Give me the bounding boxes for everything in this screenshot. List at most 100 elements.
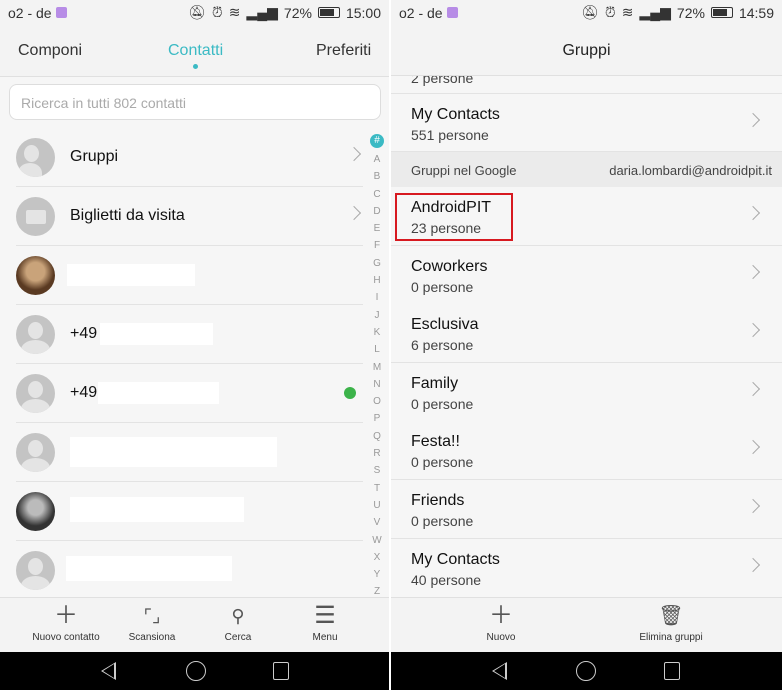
- trash-icon: 🗑︎: [658, 605, 684, 627]
- group-row[interactable]: My Contacts 551 persone: [391, 94, 782, 152]
- wifi-icon: ≋: [621, 4, 634, 20]
- alphabet-index[interactable]: # A B C D E F G H I J K L M N O P Q R S T U V W X Y Z: [368, 134, 386, 601]
- redacted-name: [66, 556, 232, 581]
- index-letter[interactable]: A: [368, 151, 386, 168]
- carrier: o2 - de: [399, 4, 443, 21]
- groups-row[interactable]: Gruppi: [16, 128, 363, 187]
- group-count: 6 persone: [411, 337, 474, 354]
- group-row[interactable]: Family 0 persone: [391, 362, 782, 422]
- chevron-right-icon: [745, 323, 761, 338]
- contact-row[interactable]: [16, 246, 363, 305]
- search-input[interactable]: Ricerca in tutti 802 contatti: [9, 84, 381, 120]
- group-row[interactable]: My Contacts 40 persone: [391, 538, 782, 598]
- group-name: AndroidPIT: [411, 199, 492, 216]
- bottom-toolbar: ＋ Nuovo 🗑︎ Elimina gruppi: [391, 597, 782, 652]
- status-bar: o2 - de 🔕︎ ⏰︎ ≋ ▂▄▆ 72% 15:00: [0, 0, 389, 25]
- back-icon[interactable]: [492, 662, 507, 680]
- search-button[interactable]: ⚲ Cerca: [208, 598, 268, 653]
- index-letter[interactable]: P: [368, 410, 386, 427]
- index-letter[interactable]: F: [368, 237, 386, 254]
- index-letter[interactable]: H: [368, 272, 386, 289]
- index-letter[interactable]: Y: [368, 566, 386, 583]
- index-letter[interactable]: E: [368, 220, 386, 237]
- tab-componi[interactable]: Componi: [18, 42, 82, 60]
- tab-preferiti[interactable]: Preferiti: [316, 42, 371, 60]
- index-letter[interactable]: D: [368, 203, 386, 220]
- group-row[interactable]: Esclusiva 6 persone: [391, 304, 782, 364]
- index-letter[interactable]: K: [368, 324, 386, 341]
- chevron-right-icon: [745, 264, 761, 279]
- contact-number: +49: [70, 325, 98, 342]
- group-name: Friends: [411, 492, 465, 509]
- home-icon[interactable]: [576, 661, 596, 681]
- recents-icon[interactable]: [273, 662, 289, 680]
- index-letter[interactable]: T: [368, 480, 386, 497]
- menu-button[interactable]: ☰ Menu: [295, 598, 355, 653]
- index-letter[interactable]: O: [368, 393, 386, 410]
- avatar-placeholder-icon: [16, 315, 55, 354]
- index-letter[interactable]: X: [368, 549, 386, 566]
- index-letter[interactable]: L: [368, 341, 386, 358]
- new-contact-button[interactable]: ＋ Nuovo contatto: [26, 598, 106, 653]
- menu-icon: ☰: [314, 602, 336, 629]
- notification-icon: [55, 7, 67, 18]
- index-letter[interactable]: R: [368, 445, 386, 462]
- index-letter[interactable]: Q: [368, 428, 386, 445]
- index-letter[interactable]: I: [368, 289, 386, 306]
- scan-button[interactable]: ⌜⌟ Scansiona: [122, 598, 182, 653]
- contact-row[interactable]: [16, 541, 363, 600]
- contact-row[interactable]: [16, 423, 363, 482]
- clock: 14:59: [738, 4, 774, 21]
- index-letter[interactable]: J: [368, 307, 386, 324]
- search-icon: ⚲: [231, 606, 245, 626]
- index-letter[interactable]: W: [368, 532, 386, 549]
- group-count: 0 persone: [411, 395, 474, 412]
- group-row[interactable]: Friends 0 persone: [391, 480, 782, 539]
- chevron-right-icon: [745, 205, 761, 221]
- home-icon[interactable]: [186, 661, 206, 681]
- redacted-name: [100, 323, 213, 345]
- index-letter[interactable]: M: [368, 359, 386, 376]
- alarm-icon: ⏰︎: [211, 4, 223, 20]
- business-cards-row[interactable]: Biglietti da visita: [16, 187, 363, 246]
- groups-icon: [16, 138, 55, 177]
- avatar-placeholder-icon: [16, 551, 55, 590]
- contacts-screen: o2 - de 🔕︎ ⏰︎ ≋ ▂▄▆ 72% 15:00 Componi Contatt…: [0, 0, 389, 690]
- index-letter[interactable]: B: [368, 168, 386, 185]
- group-row[interactable]: Festa!! 0 persone: [391, 421, 782, 481]
- contact-number: +49: [70, 384, 98, 401]
- active-tab-indicator: [193, 64, 198, 69]
- navigation-bar: [391, 652, 782, 690]
- index-letter[interactable]: C: [368, 186, 386, 203]
- new-group-button[interactable]: ＋ Nuovo: [461, 598, 541, 653]
- index-letter[interactable]: #: [370, 134, 384, 148]
- mute-icon: 🔕︎: [581, 4, 599, 20]
- index-letter[interactable]: U: [368, 497, 386, 514]
- recents-icon[interactable]: [664, 662, 680, 680]
- group-name: Coworkers: [411, 257, 488, 275]
- back-icon[interactable]: [101, 662, 116, 680]
- tab-contatti[interactable]: Contatti: [168, 42, 223, 60]
- index-letter[interactable]: N: [368, 376, 386, 393]
- index-letter[interactable]: V: [368, 514, 386, 531]
- group-row[interactable]: Coworkers 0 persone: [391, 245, 782, 305]
- group-row[interactable]: AndroidPIT 23 persone: [391, 187, 782, 246]
- index-letter[interactable]: G: [368, 255, 386, 272]
- account-email: daria.lombardi@androidpit.it: [609, 163, 772, 178]
- redacted-name: [70, 437, 277, 467]
- chevron-right-icon: [745, 498, 761, 514]
- contact-row[interactable]: +49: [16, 305, 363, 364]
- chevron-right-icon: [745, 557, 761, 572]
- contact-row[interactable]: +49: [16, 364, 363, 423]
- navigation-bar: [0, 652, 389, 690]
- clock: 15:00: [345, 4, 381, 21]
- mute-icon: 🔕︎: [188, 4, 206, 20]
- index-letter[interactable]: S: [368, 462, 386, 479]
- group-count: 0 persone: [411, 454, 474, 471]
- row-label: Biglietti da visita: [70, 207, 185, 224]
- redacted-name: [70, 497, 244, 522]
- delete-groups-button[interactable]: 🗑︎ Elimina gruppi: [621, 598, 721, 653]
- contact-row[interactable]: [16, 482, 363, 541]
- group-count: 0 persone: [411, 278, 474, 295]
- title-bar: Gruppi: [391, 25, 782, 76]
